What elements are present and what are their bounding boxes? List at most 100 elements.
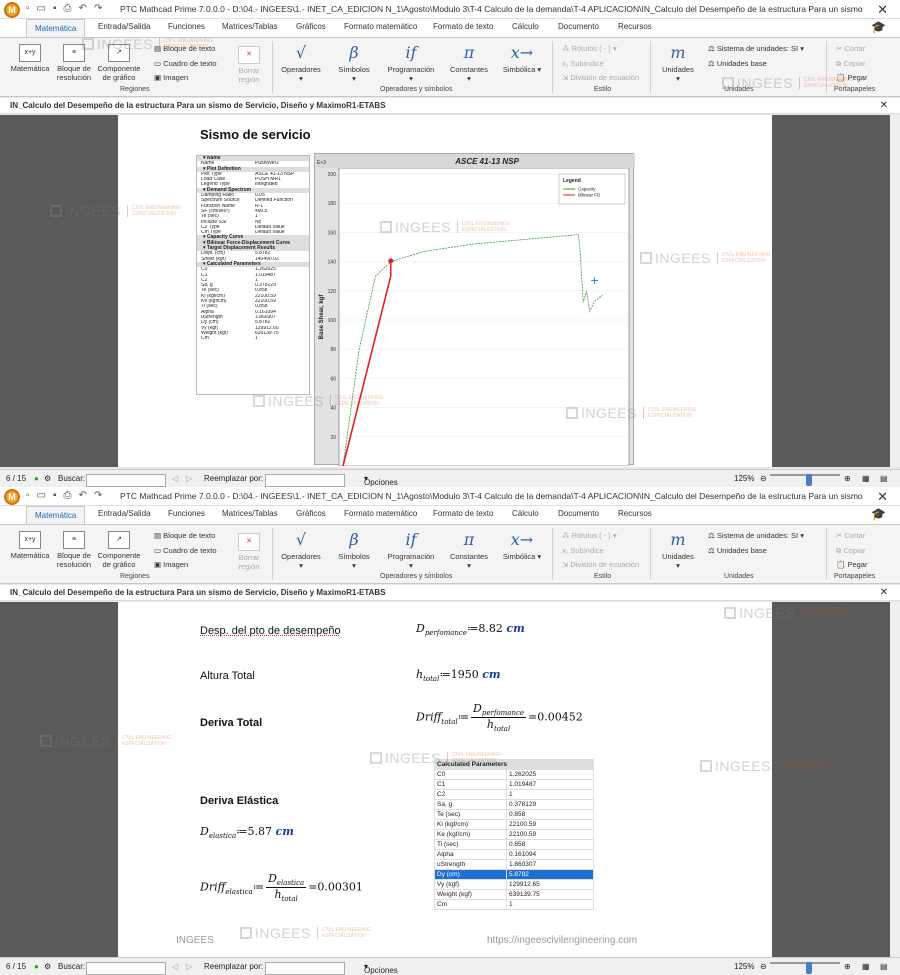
redo-icon[interactable]: ↷ <box>94 3 102 14</box>
tab-matematica[interactable]: Matemática <box>26 506 86 524</box>
close-document-icon[interactable]: ✕ <box>880 100 888 111</box>
tab-entrada-salida[interactable]: Entrada/Salida <box>98 22 150 31</box>
tab-formato-texto[interactable]: Formato de texto <box>433 509 493 518</box>
rotulos-dropdown[interactable]: ⁂ Rótulos ( - ) ▾ <box>562 531 617 540</box>
table-row[interactable]: C1 1.019487 <box>434 779 594 790</box>
tab-recursos[interactable]: Recursos <box>618 509 652 518</box>
buscar-input[interactable] <box>86 962 166 975</box>
rotulos-dropdown[interactable]: ⁂ Rótulos ( - ) ▾ <box>562 44 617 53</box>
mathcad-logo-icon[interactable]: M <box>4 2 20 18</box>
graduation-cap-icon[interactable]: 🎓 <box>871 20 886 34</box>
zoom-slider-track[interactable] <box>770 962 840 964</box>
table-row[interactable]: Weight (kgf) 639139.75 <box>434 889 594 900</box>
componente-grafico-button[interactable]: ↗ Componente de gráfico <box>96 531 142 569</box>
simbolica-button[interactable]: x→ Simbólica ▾ <box>502 44 542 75</box>
opciones-dropdown[interactable]: Opciones ▾ <box>364 962 398 975</box>
componente-grafico-button[interactable]: ↗ Componente de gráfico <box>96 44 142 82</box>
print-icon[interactable]: ⎙ <box>64 3 72 14</box>
page-view-icon[interactable]: ▦ <box>862 962 870 971</box>
undo-icon[interactable]: ↶ <box>79 490 87 501</box>
subindice-button[interactable]: x₁ Subíndice <box>562 546 604 555</box>
altura-equation[interactable]: htotal≔1950 cm <box>416 668 501 683</box>
unidades-base-button[interactable]: ⚖ Unidades base <box>708 546 767 555</box>
borrar-region-button[interactable]: ✕ Borrar región <box>232 46 266 84</box>
undo-icon[interactable]: ↶ <box>79 3 87 14</box>
table-row[interactable]: Sa, g 0.378129 <box>434 799 594 810</box>
deriva-total-equation[interactable]: Drifftotal≔ Dperfomance htotal =0.00452 <box>416 702 583 733</box>
zoom-in-icon[interactable]: ⊕ <box>844 962 851 971</box>
tab-calculo[interactable]: Cálculo <box>512 509 539 518</box>
tab-entrada-salida[interactable]: Entrada/Salida <box>98 509 150 518</box>
table-row[interactable]: C2 1 <box>434 789 594 800</box>
zoom-slider-thumb[interactable] <box>806 474 812 486</box>
programacion-button[interactable]: if Programación ▾ <box>386 44 436 84</box>
close-window-button[interactable]: ✕ <box>877 2 888 18</box>
tab-matrices-tablas[interactable]: Matrices/Tablas <box>222 509 278 518</box>
tab-graficos[interactable]: Gráficos <box>296 22 326 31</box>
deriva-elastica-equation[interactable]: Driffelastica≔ Delastica htotal =0.00301 <box>200 872 363 903</box>
find-next-icon[interactable]: ▷ <box>186 962 192 971</box>
programacion-button[interactable]: if Programación ▾ <box>386 531 436 571</box>
bloque-texto-button[interactable]: ▤ Bloque de texto <box>154 44 215 53</box>
buscar-input[interactable] <box>86 474 166 487</box>
operadores-button[interactable]: √ Operadores ▾ <box>280 531 322 571</box>
desp-equation[interactable]: Dperfomance≔8.82 cm <box>416 622 525 637</box>
cortar-button[interactable]: ✂ Cortar <box>836 531 865 540</box>
worksheet-canvas[interactable]: Sismo de servicio ▾ Name Name Pushover2 ▾ P… <box>0 115 890 467</box>
tab-formato-matematico[interactable]: Formato matemático <box>344 509 417 518</box>
table-row[interactable]: Cm 1 <box>434 899 594 910</box>
worksheet-page[interactable]: Sismo de servicio ▾ Name Name Pushover2 ▾ P… <box>118 115 772 467</box>
table-row[interactable]: Alpha 0.161094 <box>434 849 594 860</box>
d-elastica-equation[interactable]: Delastica≔5.87 cm <box>200 825 294 840</box>
copiar-button[interactable]: ⧉ Copiar <box>836 546 866 556</box>
zoom-slider-thumb[interactable] <box>806 962 812 974</box>
tab-formato-texto[interactable]: Formato de texto <box>433 22 493 31</box>
subindice-button[interactable]: x₁ Subíndice <box>562 59 604 68</box>
copiar-button[interactable]: ⧉ Copiar <box>836 59 866 69</box>
table-row[interactable]: Ti (sec) 0.858 <box>434 839 594 850</box>
unidades-button[interactable]: m Unidades ▾ <box>660 531 696 571</box>
open-folder-icon[interactable]: ▭ <box>37 490 46 501</box>
pegar-button[interactable]: 📋 Pegar <box>836 73 867 82</box>
tab-matematica[interactable]: Matemática <box>26 19 86 37</box>
table-row[interactable]: C0 1.262025 <box>434 769 594 780</box>
bloque-resolucion-button[interactable]: ≡ Bloque de resolución <box>54 44 94 82</box>
tab-recursos[interactable]: Recursos <box>618 22 652 31</box>
find-prev-icon[interactable]: ◁ <box>172 962 178 971</box>
simbolos-button[interactable]: β Símbolos ▾ <box>336 44 372 84</box>
borrar-region-button[interactable]: ✕ Borrar región <box>232 533 266 571</box>
worksheet-canvas[interactable]: Desp. del pto de desempeño Dperfomance≔8… <box>0 602 890 957</box>
matematica-button[interactable]: x+y Matemática <box>10 531 50 560</box>
draft-view-icon[interactable]: ▤ <box>880 474 888 483</box>
table-row[interactable]: Te (sec) 0.858 <box>434 809 594 820</box>
sistema-unidades-dropdown[interactable]: ⚖ Sistema de unidades: SI ▾ <box>708 531 804 540</box>
page-view-icon[interactable]: ▦ <box>862 474 870 483</box>
new-doc-icon[interactable]: ▫ <box>26 490 30 501</box>
table-row[interactable]: Ki (kgf/cm) 22100.59 <box>434 819 594 830</box>
pegar-button[interactable]: 📋 Pegar <box>836 560 867 569</box>
settings-icon[interactable]: ⚙ <box>44 474 51 483</box>
zoom-slider-track[interactable] <box>770 474 840 476</box>
simbolica-button[interactable]: x→ Simbólica ▾ <box>502 531 542 562</box>
constantes-button[interactable]: π Constantes ▾ <box>448 44 490 84</box>
zoom-out-icon[interactable]: ⊖ <box>760 962 767 971</box>
table-row[interactable]: uStrength 1.860307 <box>434 859 594 870</box>
reemplazar-input[interactable] <box>265 962 345 975</box>
tab-documento[interactable]: Documento <box>558 509 599 518</box>
tab-funciones[interactable]: Funciones <box>168 22 205 31</box>
tab-funciones[interactable]: Funciones <box>168 509 205 518</box>
bloque-resolucion-button[interactable]: ≡ Bloque de resolución <box>54 531 94 569</box>
cortar-button[interactable]: ✂ Cortar <box>836 44 865 53</box>
cuadro-texto-button[interactable]: ▭ Cuadro de texto <box>154 546 217 555</box>
mathcad-logo-icon[interactable]: M <box>4 489 20 505</box>
division-ecuacion-button[interactable]: ⇲ División de ecuación <box>562 560 639 569</box>
cuadro-texto-button[interactable]: ▭ Cuadro de texto <box>154 59 217 68</box>
tab-formato-matematico[interactable]: Formato matemático <box>344 22 417 31</box>
redo-icon[interactable]: ↷ <box>94 490 102 501</box>
unidades-button[interactable]: m Unidades ▾ <box>660 44 696 84</box>
table-row[interactable]: Dy (cm) 5.8782 <box>434 869 594 880</box>
bloque-texto-button[interactable]: ▤ Bloque de texto <box>154 531 215 540</box>
unidades-base-button[interactable]: ⚖ Unidades base <box>708 59 767 68</box>
matematica-button[interactable]: x+y Matemática <box>10 44 50 73</box>
tab-calculo[interactable]: Cálculo <box>512 22 539 31</box>
